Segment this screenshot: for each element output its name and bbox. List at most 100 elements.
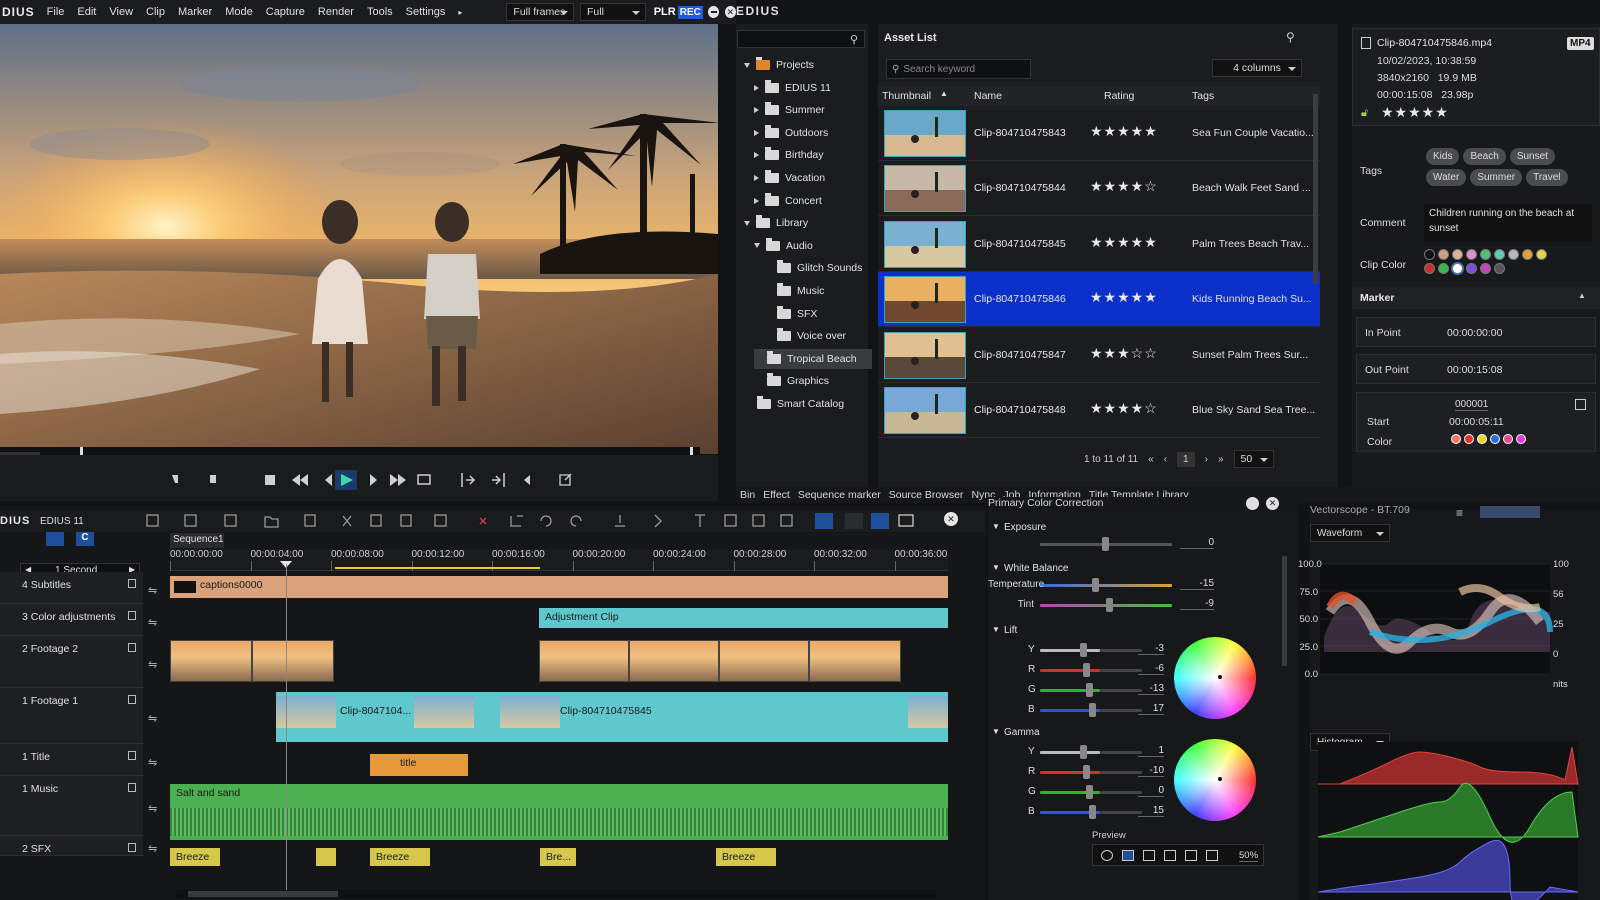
expand-arrow-icon[interactable] xyxy=(754,107,759,114)
wheel-point[interactable] xyxy=(1218,675,1222,679)
color-swatch[interactable] xyxy=(1466,263,1477,274)
pcc-close-icon[interactable]: ✕ xyxy=(1266,497,1279,510)
color-swatch[interactable] xyxy=(1451,434,1461,444)
lock-icon[interactable] xyxy=(128,843,136,852)
slider-value[interactable]: 0 xyxy=(1180,537,1214,549)
expand-arrow-icon[interactable] xyxy=(744,220,750,226)
overwrite-button[interactable] xyxy=(490,471,508,487)
slider-knob[interactable] xyxy=(1080,745,1087,759)
collapse-arrow-icon[interactable]: ▼ xyxy=(992,563,1000,572)
split-top-icon[interactable] xyxy=(1185,850,1197,861)
track-sync-icon[interactable]: ⇋ xyxy=(148,712,157,725)
color-swatch[interactable] xyxy=(1508,249,1519,260)
tag-chip[interactable]: Travel xyxy=(1526,169,1568,186)
tree-item[interactable]: Smart Catalog xyxy=(744,394,844,414)
preview-modes[interactable]: 50% xyxy=(1092,844,1264,866)
in-out-range[interactable] xyxy=(335,567,540,569)
asset-row[interactable]: Clip-804710475844 ★★★★☆ Beach Walk Feet Sa… xyxy=(878,161,1320,217)
slider-knob[interactable] xyxy=(1089,805,1096,819)
slider-value[interactable]: -10 xyxy=(1138,765,1164,777)
unlock-icon[interactable]: 🔓︎ xyxy=(1361,107,1368,120)
slider-knob[interactable] xyxy=(1086,785,1093,799)
col-rating[interactable]: Rating xyxy=(1104,90,1134,102)
slider-knob[interactable] xyxy=(1106,598,1113,612)
clip-thumbnail[interactable] xyxy=(884,276,966,324)
slider-value[interactable]: 15 xyxy=(1138,805,1164,817)
tag-chip[interactable]: Summer xyxy=(1470,169,1523,186)
slider-value[interactable]: -6 xyxy=(1138,663,1164,675)
menu-view[interactable]: View xyxy=(109,6,133,18)
rating-stars[interactable]: ★★★★★ xyxy=(1090,123,1158,140)
tree-item[interactable]: Concert xyxy=(754,191,822,211)
asset-row[interactable]: Clip-804710475843 ★★★★★ Sea Fun Couple Vac… xyxy=(878,106,1320,161)
clip-thumbnail[interactable] xyxy=(884,165,966,213)
color-swatch[interactable] xyxy=(1424,263,1435,274)
snap-icon[interactable]: C xyxy=(76,532,94,546)
tree-item[interactable]: Voice over xyxy=(764,326,846,346)
menu-edit[interactable]: Edit xyxy=(77,6,96,18)
rating-stars[interactable]: ★★★★☆ xyxy=(1090,178,1158,195)
clip-thumbnail[interactable] xyxy=(884,331,966,379)
timeline-tool-icons[interactable] xyxy=(145,512,925,530)
wheel-point[interactable] xyxy=(1218,777,1222,781)
rating-stars[interactable]: ★★★★☆ xyxy=(1090,400,1158,417)
track-sync-icon[interactable]: ⇋ xyxy=(148,584,157,597)
tree-item[interactable]: Audio xyxy=(754,236,813,256)
slider-knob[interactable] xyxy=(1092,578,1099,592)
timeline-scrollbar[interactable] xyxy=(176,890,936,898)
menu-mode[interactable]: Mode xyxy=(225,6,253,18)
expand-arrow-icon[interactable] xyxy=(754,197,759,204)
player-preview[interactable] xyxy=(0,24,718,454)
asset-scrollbar[interactable] xyxy=(1313,94,1318,284)
sfx-clip[interactable] xyxy=(316,848,336,866)
expand-arrow-icon[interactable] xyxy=(754,129,759,136)
waveform-select[interactable]: Waveform xyxy=(1310,524,1390,542)
comment-field[interactable]: Children running on the beach at sunset xyxy=(1424,204,1592,242)
tree-item[interactable]: Graphics xyxy=(754,371,829,391)
clip-thumbnail[interactable] xyxy=(884,110,966,157)
marker-start-value[interactable]: 00:00:05:11 xyxy=(1449,416,1504,428)
tag-chip[interactable]: Water xyxy=(1426,169,1467,186)
out-point-value[interactable]: 00:00:15:08 xyxy=(1447,364,1502,376)
slider-knob[interactable] xyxy=(1083,663,1090,677)
plr-label[interactable]: PLR xyxy=(654,6,676,18)
menu-render[interactable]: Render xyxy=(318,6,354,18)
color-swatch[interactable] xyxy=(1477,434,1487,444)
color-swatch[interactable] xyxy=(1438,249,1449,260)
asset-row[interactable]: Clip-804710475848 ★★★★☆ Blue Sky Sand Sea … xyxy=(878,383,1320,438)
expand-arrow-icon[interactable] xyxy=(754,243,760,249)
tree-item[interactable]: Library xyxy=(744,213,808,233)
collapse-arrow-icon[interactable]: ▼ xyxy=(992,522,1000,531)
footage2-clip[interactable] xyxy=(539,640,629,682)
slider-knob[interactable] xyxy=(1089,703,1096,717)
stop-button[interactable] xyxy=(262,471,278,487)
sfx-clip[interactable]: Breeze xyxy=(170,848,220,866)
track-header[interactable]: 2 Footage 2 ⇋ xyxy=(0,636,157,688)
step-forward-button[interactable] xyxy=(368,471,380,487)
color-wheel[interactable] xyxy=(1174,637,1256,719)
asset-row[interactable]: Clip-804710475847 ★★★☆☆ Sunset Palm Trees … xyxy=(878,328,1320,383)
first-page-icon[interactable]: « xyxy=(1148,454,1154,465)
expand-arrow-icon[interactable] xyxy=(754,152,759,159)
footage1-clip[interactable]: Clip-8047104... Clip-804710475845 xyxy=(276,692,948,742)
expand-arrow-icon[interactable] xyxy=(744,62,750,68)
set-in-button[interactable] xyxy=(168,469,182,487)
marker-color-swatches[interactable] xyxy=(1451,434,1529,447)
sfx-clip[interactable]: Breeze xyxy=(716,848,776,866)
prev-page-icon[interactable]: ‹ xyxy=(1164,454,1167,465)
tree-item[interactable]: Summer xyxy=(754,100,825,120)
lift-section[interactable]: ▼ Lift xyxy=(988,623,1288,639)
tree-item[interactable]: Vacation xyxy=(754,168,825,188)
track-header[interactable]: 3 Color adjustments ⇋ xyxy=(0,604,157,636)
slider-knob[interactable] xyxy=(1086,683,1093,697)
tag-chip[interactable]: Beach xyxy=(1463,148,1506,165)
split-left-icon[interactable] xyxy=(1143,850,1155,861)
color-swatch[interactable] xyxy=(1480,249,1491,260)
menu-clip[interactable]: Clip xyxy=(146,6,165,18)
tree-item[interactable]: Outdoors xyxy=(754,123,828,143)
collapse-arrow-icon[interactable]: ▼ xyxy=(992,727,1000,736)
track-sync-icon[interactable]: ⇋ xyxy=(148,802,157,815)
lock-icon[interactable] xyxy=(128,611,136,620)
color-swatch[interactable] xyxy=(1536,249,1547,260)
color-swatch[interactable] xyxy=(1494,249,1505,260)
